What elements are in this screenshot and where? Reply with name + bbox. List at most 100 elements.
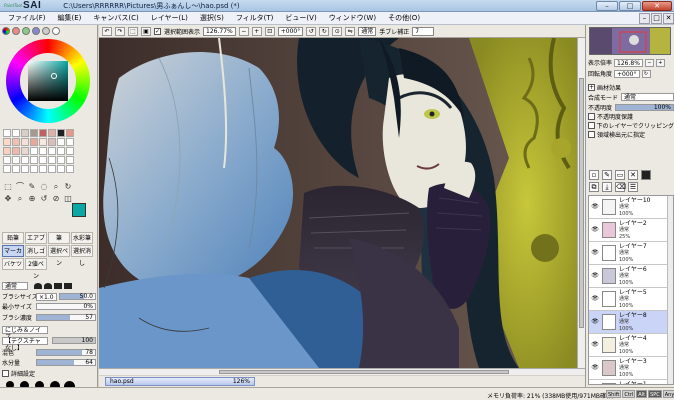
color-swatch[interactable] [48, 129, 56, 137]
eye-icon[interactable]: 👁 [591, 341, 599, 349]
color-swatch[interactable] [48, 147, 56, 155]
nav-zoom-value[interactable]: 126.8% [614, 58, 643, 67]
canvas-horizontal-scrollbar[interactable] [99, 368, 585, 375]
layer-row[interactable]: 👁 レイヤー2 通常 25% [589, 219, 673, 242]
eye-icon[interactable]: 👁 [591, 226, 599, 234]
menu-other[interactable]: その他(O) [382, 12, 426, 25]
color-swatch[interactable] [48, 138, 56, 146]
undo-icon[interactable]: ↶ [102, 26, 112, 36]
color-swatch[interactable] [3, 138, 11, 146]
color-swatch[interactable] [66, 156, 74, 164]
color-swatch[interactable] [12, 156, 20, 164]
eye-icon[interactable]: 👁 [591, 318, 599, 326]
vertical-scroll-thumb[interactable] [579, 78, 584, 328]
color-swatch[interactable] [57, 147, 65, 155]
layer-row[interactable]: 👁 レイヤー4 通常 100% [589, 334, 673, 357]
mdi-minimize-button[interactable]: – [639, 13, 650, 24]
menu-select[interactable]: 選択(S) [194, 12, 230, 25]
color-swatch[interactable] [3, 129, 11, 137]
rect-select-icon[interactable]: ⬚ [3, 182, 13, 192]
zoom-in-icon[interactable]: ⊕ [27, 194, 37, 204]
color-swatch[interactable] [57, 138, 65, 146]
color-swatch[interactable] [39, 156, 47, 164]
color-swatch[interactable] [12, 147, 20, 155]
menu-filter[interactable]: フィルタ(T) [230, 12, 280, 25]
brush-watercolor[interactable]: 水彩筆 [71, 232, 93, 244]
nav-zoom-in-button[interactable]: + [655, 58, 665, 67]
deselect-icon[interactable]: ⬚ [128, 26, 138, 36]
layer-row[interactable]: 👁 レイヤー6 通常 100% [589, 265, 673, 288]
source-checkbox[interactable] [588, 131, 595, 138]
color-swatch[interactable] [12, 165, 20, 173]
rotation-field[interactable]: +000° [277, 26, 304, 36]
density-slider[interactable]: 57 [36, 314, 96, 321]
color-swatch[interactable] [3, 165, 11, 173]
menu-file[interactable]: ファイル(F) [2, 12, 52, 25]
tip-square-icon[interactable] [64, 282, 72, 289]
layer-row[interactable]: 👁 レイヤー5 通常 100% [589, 288, 673, 311]
selection-visible-checkbox[interactable]: ✓ [154, 27, 161, 35]
effect-expand-icon[interactable]: + [588, 84, 595, 91]
merge-down-icon[interactable]: ⤓ [602, 182, 612, 192]
color-swatch[interactable] [39, 165, 47, 173]
color-wheel-tab-icon[interactable] [2, 27, 10, 35]
blend-noise-select[interactable]: にじみ＆ノイズ [2, 325, 48, 341]
hand-icon[interactable]: ⌕ [15, 194, 25, 204]
maximize-button[interactable]: □ [619, 1, 641, 11]
menu-canvas[interactable]: キャンバス(C) [87, 12, 144, 25]
color-swatch[interactable] [30, 138, 38, 146]
color-swatch[interactable] [39, 147, 47, 155]
eyedropper-icon[interactable]: ◌ [39, 182, 49, 192]
zoom-out-icon[interactable]: − [238, 26, 249, 36]
min-size-slider[interactable]: 0% [36, 303, 96, 310]
brush-size-mult[interactable]: ×1.0 [36, 292, 57, 301]
color-swatch[interactable] [48, 165, 56, 173]
delete-layer-icon[interactable]: ✕ [628, 170, 638, 180]
mdi-restore-button[interactable]: □ [651, 13, 662, 24]
color-swatch[interactable] [66, 165, 74, 173]
canvas-vertical-scrollbar[interactable] [577, 38, 585, 368]
rotate-reset-icon[interactable]: ⊙ [332, 26, 343, 36]
color-swatch[interactable] [39, 129, 47, 137]
color-swatch[interactable] [21, 129, 29, 137]
color-swatch[interactable] [48, 156, 56, 164]
brush-size-slider[interactable]: 50.0 [58, 293, 96, 300]
rotate-left-icon[interactable]: ↺ [39, 194, 49, 204]
invert-select-icon[interactable]: ▣ [141, 26, 151, 36]
detail-settings-label[interactable]: 詳細設定 [11, 369, 35, 378]
tip-round-icon[interactable] [34, 282, 42, 289]
detail-settings-checkbox[interactable] [2, 370, 9, 377]
eye-icon[interactable]: 👁 [591, 295, 599, 303]
redo-icon[interactable]: ↷ [115, 26, 125, 36]
brush-binary-pen[interactable]: 2値ペン [25, 258, 47, 280]
drawing-canvas[interactable] [99, 38, 585, 368]
protect-checkbox[interactable] [588, 113, 595, 120]
layer-blend-select[interactable]: 通常 [621, 93, 674, 101]
water-slider[interactable]: 64 [36, 359, 96, 366]
navigator-preview[interactable] [589, 27, 671, 55]
color-swatch[interactable] [21, 147, 29, 155]
texture-select[interactable]: 【テクスチャなし】 [2, 336, 48, 352]
texture-slider[interactable]: 100 [52, 337, 96, 344]
copy-layer-icon[interactable]: ⧉ [589, 182, 599, 192]
cancel-icon[interactable]: ⊘ [51, 194, 61, 204]
brush-marker[interactable]: マーカー [2, 245, 24, 267]
color-swatch[interactable] [12, 129, 20, 137]
saturation-value-square[interactable] [28, 61, 68, 101]
eye-icon[interactable]: 👁 [591, 203, 599, 211]
new-linework-layer-icon[interactable]: ✎ [602, 170, 612, 180]
clip-checkbox[interactable] [588, 122, 595, 129]
eye-icon[interactable]: 👁 [591, 364, 599, 372]
zoom-field[interactable]: 126.77% [203, 26, 236, 36]
document-tab[interactable]: hao.psd 126% [105, 377, 255, 386]
color-swatch[interactable] [30, 156, 38, 164]
blend-mode-select[interactable]: 通常 [358, 26, 377, 36]
layer-row[interactable]: 👁 レイヤー3 通常 100% [589, 357, 673, 380]
color-swatch[interactable] [21, 156, 29, 164]
color-swatch[interactable] [66, 138, 74, 146]
brush-bucket[interactable]: バケツ [2, 258, 24, 270]
rgb-slider-tab-icon[interactable] [12, 27, 20, 35]
new-layer-icon[interactable]: ▫ [589, 170, 599, 180]
hsv-slider-tab-icon[interactable] [22, 27, 30, 35]
eye-icon[interactable]: 👁 [591, 272, 599, 280]
